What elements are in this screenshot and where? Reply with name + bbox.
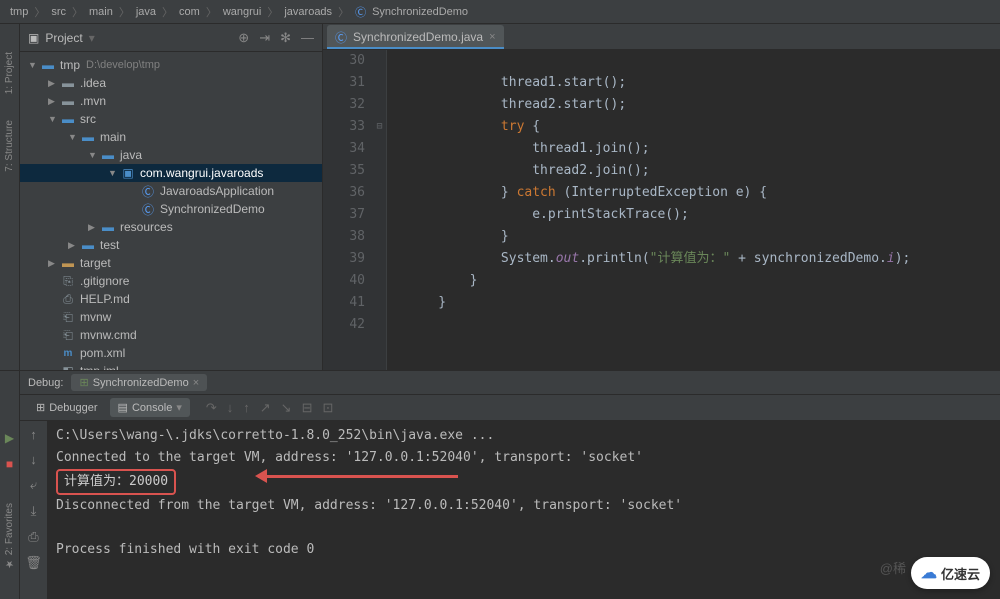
bc-item[interactable]: SynchronizedDemo [372,6,468,18]
tree-item-class[interactable]: ⒸSynchronizedDemo [20,200,322,218]
sidebar-title: Project [45,31,82,45]
console-line: Connected to the target VM, address: '12… [56,447,992,469]
tree-item[interactable]: ◧tmp.iml [20,362,322,370]
tree-item[interactable]: ▼▬src [20,110,322,128]
tree-item[interactable]: ▶▬.mvn [20,92,322,110]
stop-icon[interactable]: ■ [6,457,13,471]
hide-icon[interactable]: — [301,30,314,46]
code-editor[interactable]: 30313233343536373839404142 ⊟ thread1.sta… [323,50,1000,370]
bc-item[interactable]: javaroads [284,6,332,18]
line-gutter: 30313233343536373839404142 [323,50,373,370]
console-output[interactable]: C:\Users\wang-\.jdks\corretto-1.8.0_252\… [48,421,1000,599]
tree-item[interactable]: ⎙HELP.md [20,290,322,308]
folder-icon: ▣ [28,31,39,45]
tree-item[interactable]: ⎗mvnw.cmd [20,326,322,344]
tree-root[interactable]: ▼▬tmpD:\develop\tmp [20,56,322,74]
close-icon[interactable]: × [489,31,495,43]
debug-label: Debug: [28,377,63,389]
editor-panel: Ⓒ SynchronizedDemo.java × 30313233343536… [323,24,1000,370]
debug-header: Debug: ⊞SynchronizedDemo × [20,371,1000,395]
settings-icon[interactable]: ✻ [280,30,291,46]
structure-tool-tab[interactable]: 7: Structure [2,112,17,180]
tab-label: SynchronizedDemo.java [353,30,483,44]
tree-item[interactable]: mpom.xml [20,344,322,362]
watermark-prefix: @稀 [880,558,906,577]
step-icon[interactable]: ↗ [260,400,271,416]
step-icon[interactable]: ↓ [227,400,234,416]
scroll-icon[interactable]: ⤓ [31,503,37,519]
rerun-icon[interactable]: ▶ [5,431,14,445]
left-tool-strip: 1: Project 7: Structure [0,24,20,370]
bc-item[interactable]: java [136,6,156,18]
debug-tool-strip: ▶ ■ ★ 2: Favorites [0,371,20,599]
bc-item[interactable]: src [51,6,66,18]
tree-item[interactable]: ▶▬test [20,236,322,254]
class-icon: Ⓒ [355,4,366,20]
console-line: Process finished with exit code 0 [56,539,992,561]
favorites-tab[interactable]: ★ 2: Favorites [4,503,15,569]
fold-column[interactable]: ⊟ [373,50,387,370]
debugger-tab[interactable]: ⊞Debugger [28,398,106,417]
class-icon: Ⓒ [335,29,347,46]
project-tree[interactable]: ▼▬tmpD:\develop\tmp ▶▬.idea ▶▬.mvn ▼▬src… [20,52,322,370]
tree-item[interactable]: ▼▬java [20,146,322,164]
step-icon[interactable]: ↘ [281,400,292,416]
clear-icon[interactable]: 🗑 [25,555,42,571]
editor-tab[interactable]: Ⓒ SynchronizedDemo.java × [327,25,504,49]
console-toolbar: ↑ ↓ ⤶ ⤓ ⎙ 🗑 [20,421,48,599]
console-tab[interactable]: ▤Console ▾ [110,398,190,417]
collapse-icon[interactable]: ⇥ [259,30,270,46]
highlighted-output: 计算值为：20000 [56,469,176,495]
tree-item[interactable]: ▼▬main [20,128,322,146]
tree-item[interactable]: ⎘.gitignore [20,272,322,290]
down-icon[interactable]: ↓ [30,452,37,467]
sidebar-header: ▣Project ▾ ⊕ ⇥ ✻ — [20,24,322,52]
watermark-badge: ☁亿速云 [911,557,990,589]
tree-item[interactable]: ▶▬.idea [20,74,322,92]
tree-item[interactable]: ▶▬resources [20,218,322,236]
editor-tabs: Ⓒ SynchronizedDemo.java × [323,24,1000,50]
bc-item[interactable]: com [179,6,200,18]
up-icon[interactable]: ↑ [30,427,37,442]
breadcrumb: tmp〉 src〉 main〉 java〉 com〉 wangrui〉 java… [0,0,1000,24]
debug-sub-tabs: ⊞Debugger ▤Console ▾ ↷ ↓ ↑ ↗ ↘ ⊟ ⊡ [20,395,1000,421]
step-icon[interactable]: ↷ [206,400,217,416]
tree-item[interactable]: ⎗mvnw [20,308,322,326]
debug-panel: ▶ ■ ★ 2: Favorites Debug: ⊞SynchronizedD… [0,370,1000,599]
wrap-icon[interactable]: ⤶ [30,477,37,493]
step-icon[interactable]: ⊡ [322,400,333,416]
bc-item[interactable]: tmp [10,6,28,18]
code-content[interactable]: thread1.start(); thread2.start(); try { … [387,50,1000,370]
bc-item[interactable]: wangrui [223,6,262,18]
debug-config-tab[interactable]: ⊞SynchronizedDemo × [71,374,207,391]
tree-item[interactable]: ▶▬target [20,254,322,272]
step-icon[interactable]: ⊟ [302,400,313,416]
locate-icon[interactable]: ⊕ [238,30,249,46]
project-sidebar: ▣Project ▾ ⊕ ⇥ ✻ — ▼▬tmpD:\develop\tmp ▶… [20,24,323,370]
console-line: Disconnected from the target VM, address… [56,495,992,517]
print-icon[interactable]: ⎙ [28,529,38,545]
tree-item-class[interactable]: ⒸJavaroadsApplication [20,182,322,200]
console-line: C:\Users\wang-\.jdks\corretto-1.8.0_252\… [56,425,992,447]
bc-item[interactable]: main [89,6,113,18]
project-tool-tab[interactable]: 1: Project [2,44,17,102]
annotation-arrow [248,469,458,483]
tree-item-package[interactable]: ▼▣com.wangrui.javaroads [20,164,322,182]
step-icon[interactable]: ↑ [243,400,250,416]
